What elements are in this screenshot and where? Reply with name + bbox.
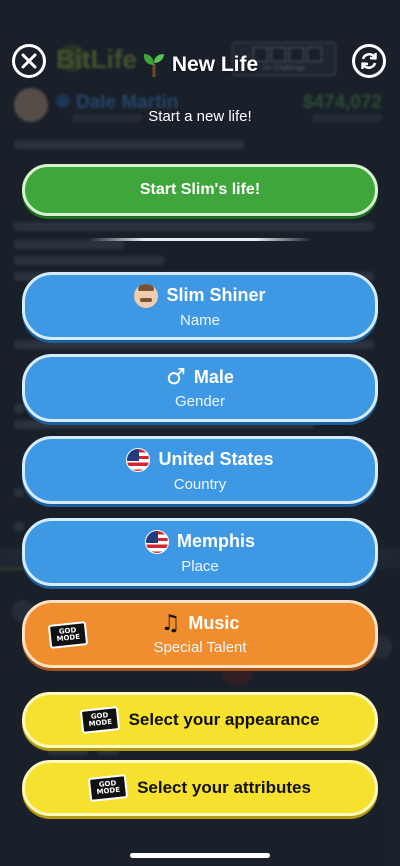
randomize-button[interactable] — [352, 44, 386, 78]
gender-caption: Gender — [174, 392, 226, 410]
gender-button[interactable]: ♂ Male Gender — [22, 354, 378, 422]
god-mode-icon: GOD MODE — [87, 774, 129, 802]
god-mode-badge-text: GOD MODE — [87, 711, 112, 729]
gender-value: Male — [193, 367, 234, 387]
place-value: Memphis — [176, 531, 255, 551]
select-appearance-label: Select your appearance — [128, 710, 320, 729]
name-caption: Name — [179, 311, 220, 329]
us-flag-icon — [144, 529, 169, 554]
person-avatar-icon — [134, 283, 159, 308]
country-button[interactable]: United States Country — [22, 436, 378, 504]
country-caption: Country — [173, 475, 227, 493]
name-button[interactable]: Slim Shiner Name — [22, 272, 378, 340]
refresh-icon — [361, 53, 377, 69]
modal-subtitle: Start a new life! — [148, 108, 252, 125]
divider — [88, 238, 312, 241]
talent-caption: Special Talent — [153, 638, 247, 656]
god-mode-badge-text: GOD MODE — [56, 626, 81, 644]
talent-value: Music — [188, 613, 240, 633]
male-symbol-icon: ♂ — [166, 364, 186, 390]
name-value: Slim Shiner — [166, 285, 266, 305]
god-mode-badge-text: GOD MODE — [96, 779, 121, 797]
us-flag-icon — [126, 447, 151, 472]
place-button[interactable]: Memphis Place — [22, 518, 378, 586]
place-caption: Place — [181, 557, 219, 575]
god-mode-icon: GOD MODE — [79, 706, 120, 734]
start-life-label: Start Slim's life! — [139, 181, 261, 198]
modal-title: New Life — [171, 53, 259, 76]
select-attributes-button[interactable]: GOD MODE Select your attributes — [22, 760, 378, 816]
music-note-icon: ♫ — [160, 610, 181, 636]
special-talent-button[interactable]: GOD MODE ♫ Music Special Talent — [22, 600, 378, 668]
select-appearance-button[interactable]: GOD MODE Select your appearance — [22, 692, 378, 748]
modal-title-row: New Life — [0, 52, 400, 78]
start-life-button[interactable]: Start Slim's life! — [22, 164, 378, 216]
select-attributes-label: Select your attributes — [137, 778, 311, 797]
god-mode-icon: GOD MODE — [47, 621, 89, 649]
sprout-icon — [143, 54, 164, 77]
country-value: United States — [158, 449, 274, 469]
home-indicator[interactable] — [130, 853, 270, 858]
